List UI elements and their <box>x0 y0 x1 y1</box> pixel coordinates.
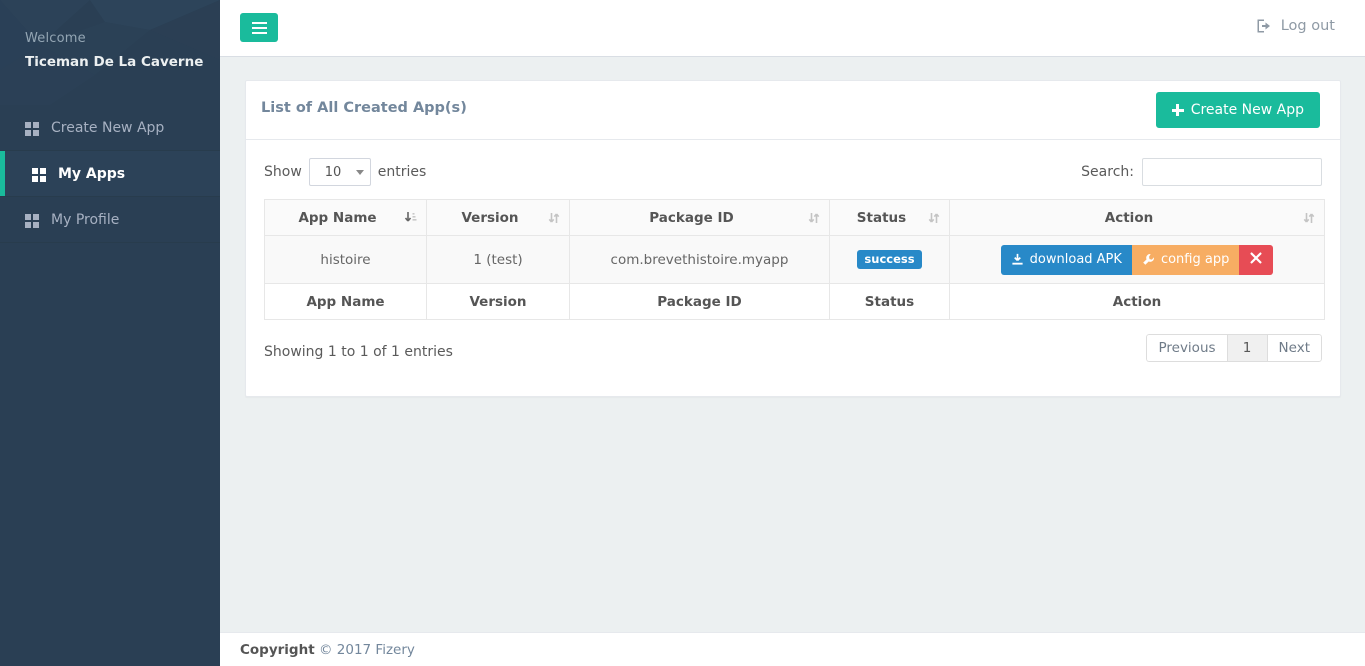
copyright-text: Copyright © 2017 Fizery <box>240 642 415 658</box>
wrench-icon <box>1142 253 1155 266</box>
plus-icon <box>1171 104 1184 116</box>
column-header-action[interactable]: Action <box>949 199 1325 236</box>
datatable-controls: Show 10 entries Search: <box>264 158 1322 190</box>
sidebar-item-create-new-app[interactable]: Create New App <box>0 105 220 151</box>
apps-panel: List of All Created App(s) Create New Ap… <box>245 80 1341 397</box>
sort-icon <box>807 210 821 226</box>
panel-header: List of All Created App(s) Create New Ap… <box>246 81 1340 140</box>
logout-button[interactable]: Log out <box>1256 18 1335 34</box>
cell-version: 1 (test) <box>426 235 570 284</box>
download-apk-label: download APK <box>1029 252 1122 267</box>
pagination-next[interactable]: Next <box>1266 334 1322 362</box>
main-content: List of All Created App(s) Create New Ap… <box>220 57 1365 632</box>
footer-status: Status <box>829 283 950 320</box>
entries-info: Showing 1 to 1 of 1 entries <box>264 344 453 360</box>
panel-body: Show 10 entries Search: App Name Version… <box>246 140 1340 396</box>
sidebar-welcome-label: Welcome <box>25 31 86 46</box>
entries-select-value: 10 <box>324 164 342 180</box>
chevron-down-icon <box>355 170 364 175</box>
sidebar-item-my-apps[interactable]: My Apps <box>0 151 220 197</box>
table-row: histoire 1 (test) com.brevethistoire.mya… <box>264 235 1325 284</box>
copyright-label: Copyright <box>240 642 315 658</box>
hamburger-icon-bar <box>251 21 267 24</box>
logout-label: Log out <box>1280 18 1335 34</box>
footer-version: Version <box>426 283 570 320</box>
delete-app-button[interactable] <box>1239 244 1274 275</box>
grid-icon <box>32 167 48 182</box>
create-new-app-button[interactable]: Create New App <box>1155 92 1320 128</box>
config-app-button[interactable]: config app <box>1131 244 1240 275</box>
column-header-version[interactable]: Version <box>426 199 570 236</box>
grid-icon <box>25 121 41 136</box>
pagination: Previous 1 Next <box>1146 334 1322 362</box>
footer-package-id: Package ID <box>569 283 830 320</box>
column-label: Status <box>856 209 907 226</box>
entries-label: entries <box>377 164 427 180</box>
sort-icon <box>1302 210 1316 226</box>
cell-status: success <box>829 235 950 284</box>
sort-desc-icon <box>404 210 418 226</box>
pagination-previous[interactable]: Previous <box>1146 334 1227 362</box>
entries-length-control: Show 10 entries <box>264 158 426 186</box>
datatable-footer: Showing 1 to 1 of 1 entries Previous 1 N… <box>264 334 1322 374</box>
table-header-row: App Name Version Package ID Status Actio… <box>264 199 1325 236</box>
datatable-search: Search: <box>1081 158 1322 186</box>
menu-toggle-button[interactable] <box>240 13 278 42</box>
hamburger-icon-bar <box>251 31 267 34</box>
create-new-app-label: Create New App <box>1190 102 1304 118</box>
download-icon <box>1011 253 1024 266</box>
column-label: App Name <box>298 209 377 226</box>
sidebar-nav: Create New App My Apps My Profile <box>0 105 220 243</box>
close-icon <box>1250 252 1262 268</box>
entries-select[interactable]: 10 <box>308 158 371 186</box>
column-header-package-id[interactable]: Package ID <box>569 199 830 236</box>
table-footer-row: App Name Version Package ID Status Actio… <box>264 283 1325 320</box>
sidebar-item-label: My Profile <box>51 211 120 228</box>
sidebar-profile: Welcome Ticeman De La Caverne <box>0 0 220 105</box>
sort-icon <box>927 210 941 226</box>
pagination-page-1[interactable]: 1 <box>1226 334 1267 362</box>
apps-table: App Name Version Package ID Status Actio… <box>264 199 1325 320</box>
sidebar-item-my-profile[interactable]: My Profile <box>0 197 220 243</box>
action-button-group: download APK config app <box>1000 244 1274 275</box>
footer-app-name: App Name <box>264 283 427 320</box>
search-input[interactable] <box>1142 158 1322 186</box>
column-header-status[interactable]: Status <box>829 199 950 236</box>
copyright-year: © 2017 Fizery <box>318 642 415 658</box>
column-label: Package ID <box>649 209 734 226</box>
hamburger-icon-bar <box>251 26 267 29</box>
page-footer: Copyright © 2017 Fizery <box>220 632 1365 666</box>
status-badge: success <box>857 249 922 270</box>
grid-icon <box>25 213 41 228</box>
column-label: Action <box>1104 209 1154 226</box>
sidebar-item-label: Create New App <box>51 119 165 136</box>
topbar: Log out <box>220 0 1365 57</box>
footer-action: Action <box>949 283 1325 320</box>
sidebar-texture <box>0 0 220 105</box>
page-title: List of All Created App(s) <box>261 100 467 116</box>
column-header-app-name[interactable]: App Name <box>264 199 427 236</box>
cell-action: download APK config app <box>949 235 1325 284</box>
sign-out-icon <box>1256 18 1272 34</box>
column-label: Version <box>461 209 519 226</box>
sidebar-username: Ticeman De La Caverne <box>25 54 204 70</box>
cell-app-name: histoire <box>264 235 427 284</box>
download-apk-button[interactable]: download APK <box>1000 244 1132 275</box>
search-label: Search: <box>1081 164 1134 180</box>
sidebar-item-label: My Apps <box>58 165 126 182</box>
show-label: Show <box>264 164 302 180</box>
sidebar: Welcome Ticeman De La Caverne Create New… <box>0 0 220 666</box>
sort-icon <box>547 210 561 226</box>
config-app-label: config app <box>1160 252 1230 267</box>
cell-package-id: com.brevethistoire.myapp <box>569 235 830 284</box>
